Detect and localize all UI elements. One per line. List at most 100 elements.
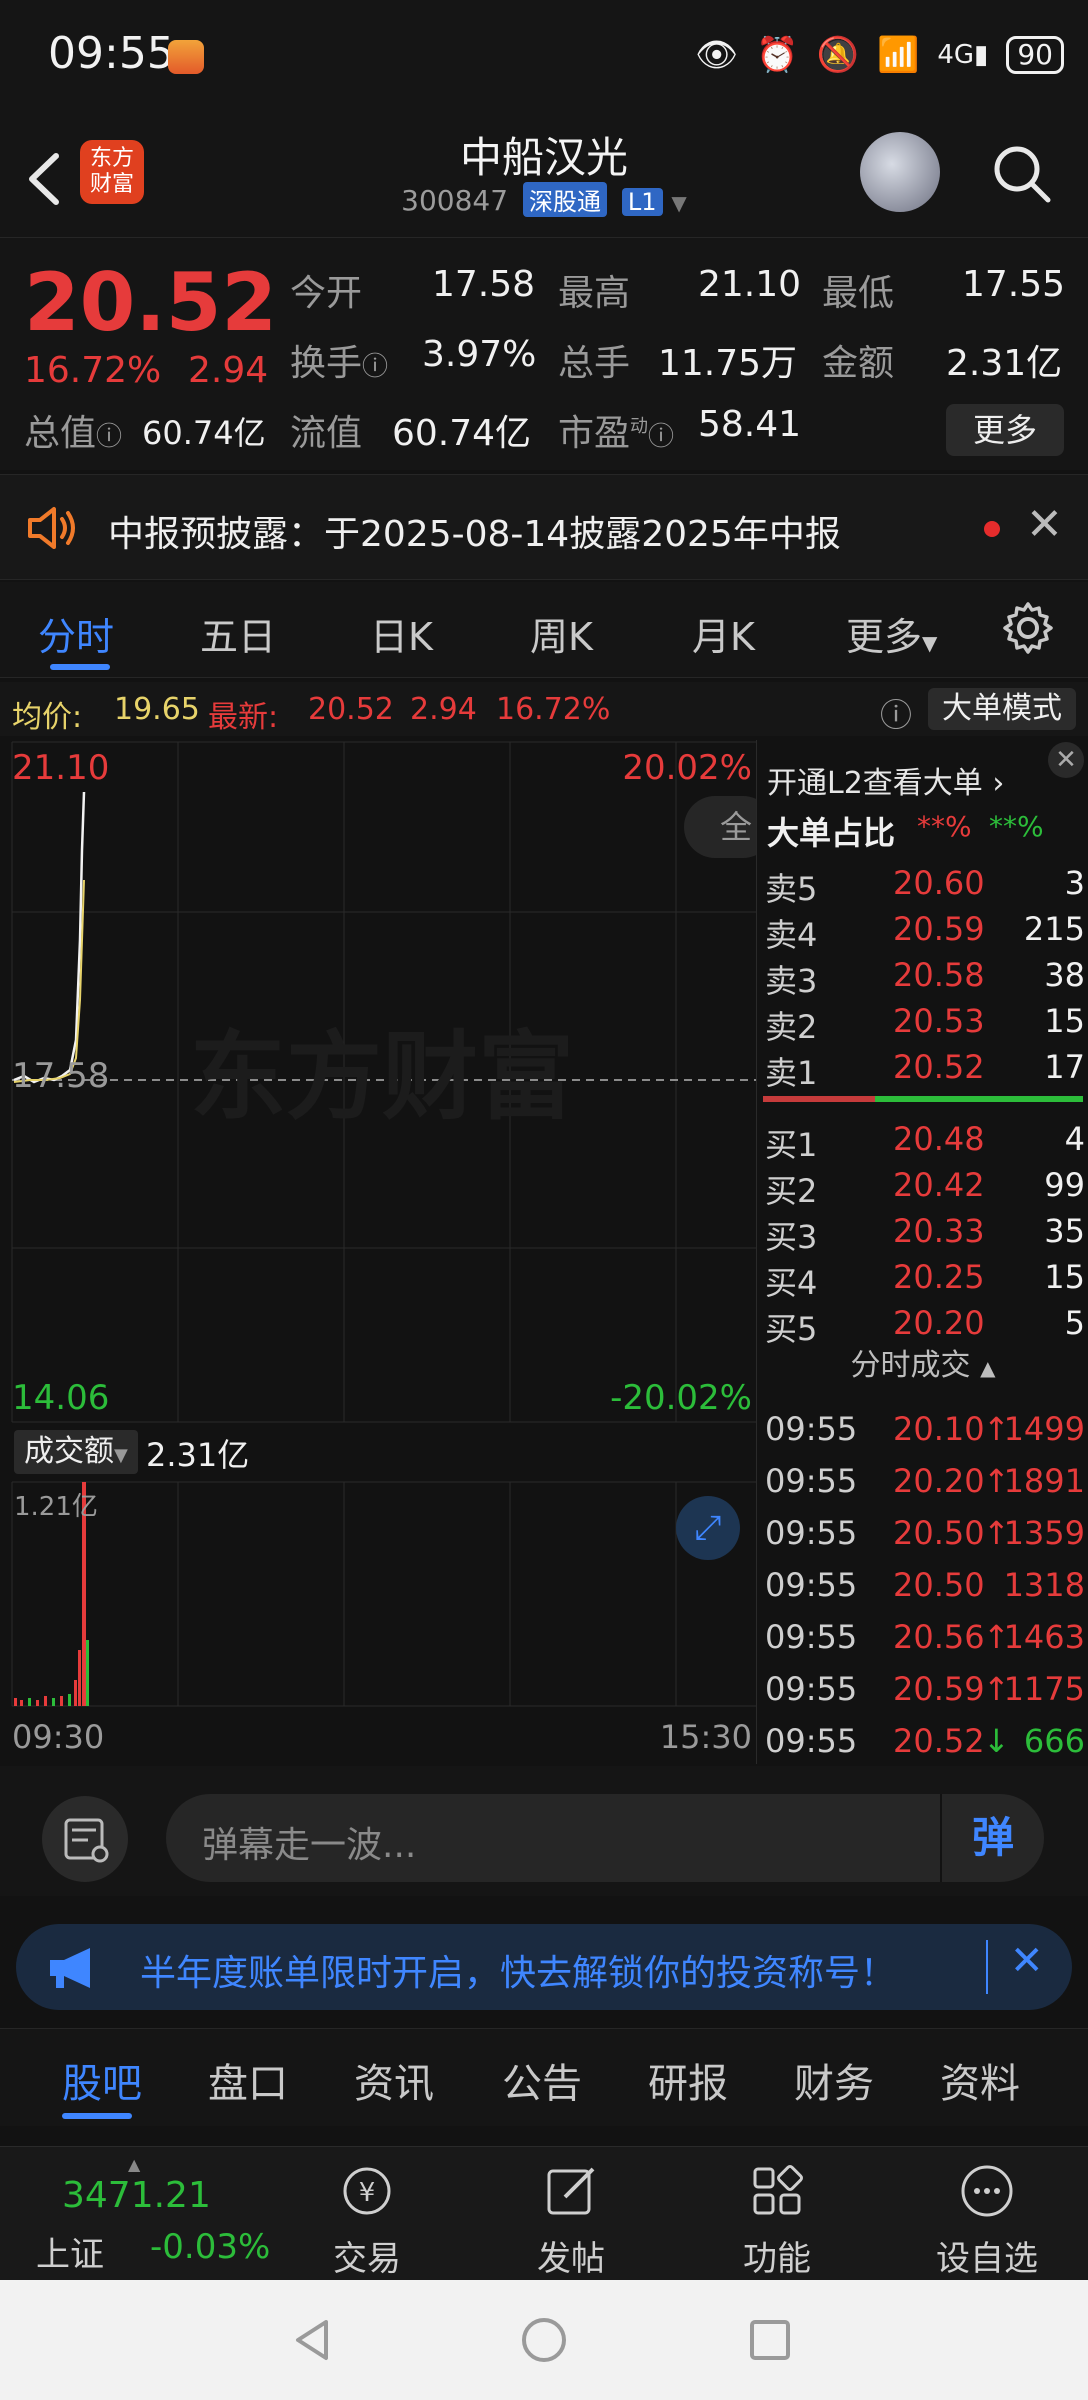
tab-monthly-k[interactable]: 月K xyxy=(692,606,755,661)
battery-indicator: 90 xyxy=(1006,36,1064,74)
pe-label: 市盈动ⓘ xyxy=(558,413,675,454)
promo-banner[interactable]: 半年度账单限时开启，快去解锁你的投资称号！ ✕ xyxy=(16,1924,1072,2010)
danmu-settings-icon[interactable] xyxy=(42,1796,128,1882)
close-icon[interactable]: ✕ xyxy=(1048,742,1084,778)
avg-value: 19.65 xyxy=(114,692,200,727)
chart-max-percent: 20.02% xyxy=(622,748,752,788)
order-price: 20.53 xyxy=(893,1002,985,1040)
chart-min-percent: -20.02% xyxy=(610,1378,752,1418)
trade-price: 20.10 xyxy=(893,1410,985,1448)
big-order-mode-button[interactable]: 大单模式 xyxy=(928,688,1076,730)
big-order-ratio-sell: **% xyxy=(989,810,1044,843)
back-triangle-icon[interactable] xyxy=(290,2316,338,2364)
low-label: 最低 xyxy=(822,273,895,314)
tab-weekly-k[interactable]: 周K xyxy=(530,606,593,661)
tab-research[interactable]: 研报 xyxy=(648,2051,728,2109)
alarm-icon: ⏰ xyxy=(756,35,799,75)
l2-prompt-link[interactable]: 开通L2查看大单 › xyxy=(767,758,1004,802)
trade-price: 20.56 xyxy=(893,1618,985,1656)
volume-value: 11.75万 xyxy=(658,343,798,384)
trade-icon: ¥ xyxy=(343,2167,391,2215)
order-quantity: 99 xyxy=(1044,1166,1085,1204)
order-price: 20.33 xyxy=(893,1212,985,1250)
ask-row[interactable]: 卖3 20.58 38 xyxy=(757,952,1088,1000)
volume-selector[interactable]: 成交额▼ xyxy=(14,1430,138,1474)
intraday-chart[interactable]: 东方财富 21.10 20.02% 17.58 14.06 -20.02% 全 … xyxy=(0,740,774,1764)
tab-news[interactable]: 资讯 xyxy=(354,2051,434,2109)
gear-icon[interactable] xyxy=(1000,600,1056,656)
tab-finance[interactable]: 财务 xyxy=(794,2051,874,2109)
home-circle-icon[interactable] xyxy=(520,2316,568,2364)
order-price: 20.52 xyxy=(893,1048,985,1086)
help-icon[interactable]: ⓘ xyxy=(880,690,912,736)
nav-trade[interactable]: ¥ 交易 xyxy=(292,2161,442,2280)
time-start: 09:30 xyxy=(12,1718,105,1756)
order-price: 20.48 xyxy=(893,1120,985,1158)
watermark-text: 东方财富 xyxy=(190,1021,574,1133)
trade-price: 20.50 xyxy=(893,1566,985,1604)
trade-time: 09:55 xyxy=(765,1462,858,1500)
ask-row[interactable]: 卖2 20.53 15 xyxy=(757,998,1088,1046)
robot-assistant-icon[interactable] xyxy=(860,132,940,212)
bid-row[interactable]: 买2 20.42 99 xyxy=(757,1162,1088,1210)
tab-intraday[interactable]: 分时 xyxy=(38,606,114,661)
order-quantity: 3 xyxy=(1064,864,1085,902)
order-quantity: 215 xyxy=(1023,910,1085,948)
trade-row: 09:55 20.20 ↑ 1891 xyxy=(757,1458,1088,1504)
ask-row[interactable]: 卖5 20.60 3 xyxy=(757,860,1088,908)
more-button[interactable]: 更多 xyxy=(946,404,1064,456)
trade-row: 09:55 20.52 ↓ 666 xyxy=(757,1718,1088,1764)
expand-icon[interactable]: ⤢ xyxy=(676,1496,740,1560)
price-info-strip: 均价: 19.65 最新: 20.52 2.94 16.72% ⓘ 大单模式 xyxy=(0,682,1088,736)
order-level-label: 买3 xyxy=(765,1218,818,1256)
close-icon[interactable]: ✕ xyxy=(1026,499,1063,550)
change-amount: 2.94 xyxy=(188,350,269,391)
bid-row[interactable]: 买1 20.48 4 xyxy=(757,1116,1088,1164)
nav-add-watchlist[interactable]: 设自选 xyxy=(912,2161,1062,2280)
danmu-toggle-button[interactable]: 弹 xyxy=(940,1794,1044,1882)
tab-announcements[interactable]: 公告 xyxy=(502,2051,582,2109)
order-quantity: 17 xyxy=(1044,1048,1085,1086)
ask-row[interactable]: 卖1 20.52 17 xyxy=(757,1044,1088,1092)
trade-quantity: 1359 xyxy=(1003,1514,1085,1552)
app-notification-icon xyxy=(168,40,204,74)
latest-label: 最新: xyxy=(208,700,279,735)
bid-row[interactable]: 买3 20.33 35 xyxy=(757,1208,1088,1256)
order-price: 20.25 xyxy=(893,1258,985,1296)
mktcap-value: 60.74亿 xyxy=(142,414,266,452)
notice-bar[interactable]: 中报预披露：于2025-08-14披露2025年中报 ✕ xyxy=(0,474,1088,580)
notice-text: 中报预披露：于2025-08-14披露2025年中报 xyxy=(108,514,841,555)
bid-row[interactable]: 买4 20.25 15 xyxy=(757,1254,1088,1302)
order-level-label: 卖4 xyxy=(765,916,818,954)
order-quantity: 15 xyxy=(1044,1002,1085,1040)
eye-icon: 👁 xyxy=(695,35,739,75)
tab-pankou[interactable]: 盘口 xyxy=(208,2051,288,2109)
order-level-label: 买5 xyxy=(765,1310,818,1348)
order-level-label: 卖5 xyxy=(765,870,818,908)
danmu-input[interactable]: 弹幕走一波... 弹 xyxy=(166,1794,1044,1882)
ask-row[interactable]: 卖4 20.59 215 xyxy=(757,906,1088,954)
big-order-ratio-label: 大单占比 xyxy=(767,814,896,852)
trade-row: 09:55 20.10 ↑ 1499 xyxy=(757,1406,1088,1452)
tab-five-day[interactable]: 五日 xyxy=(200,606,276,661)
tab-guba[interactable]: 股吧 xyxy=(62,2051,142,2109)
search-icon[interactable] xyxy=(990,142,1054,206)
trade-quantity: 666 xyxy=(1023,1722,1085,1760)
status-bar: 09:55 👁 ⏰ 🔕 📶 4G▮ 90 xyxy=(0,0,1088,120)
order-quantity: 4 xyxy=(1064,1120,1085,1158)
tab-more[interactable]: 更多▼ xyxy=(846,606,937,661)
nav-functions[interactable]: 功能 xyxy=(702,2161,852,2280)
edit-icon xyxy=(547,2167,595,2215)
tab-profile[interactable]: 资料 xyxy=(940,2051,1020,2109)
tab-daily-k[interactable]: 日K xyxy=(370,606,433,661)
nav-post[interactable]: 发帖 xyxy=(496,2161,646,2280)
order-quantity: 15 xyxy=(1044,1258,1085,1296)
turnover-value: 3.97% xyxy=(422,334,537,375)
index-value: 3471.21 xyxy=(62,2175,211,2216)
dropdown-caret-icon[interactable]: ▼ xyxy=(671,191,686,215)
recents-square-icon[interactable] xyxy=(746,2316,794,2364)
bid-row[interactable]: 买5 20.20 5 xyxy=(757,1300,1088,1348)
amount-value: 2.31亿 xyxy=(946,343,1063,384)
order-price: 20.59 xyxy=(893,910,985,948)
close-icon[interactable]: ✕ xyxy=(1010,1938,1044,1984)
